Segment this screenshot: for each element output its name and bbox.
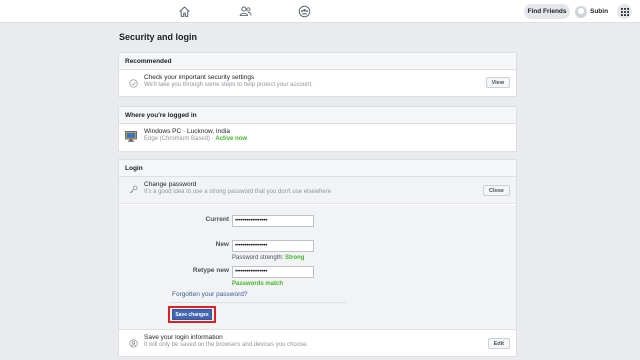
new-password-label: New: [215, 241, 229, 248]
top-navigation-bar: Find Friends Subin: [0, 0, 640, 23]
session-device: Windows PC · Lucknow, India: [144, 128, 230, 135]
forgot-password-link[interactable]: Forgotten your password?: [172, 291, 248, 298]
change-password-subtitle: It's a good idea to use a strong passwor…: [144, 189, 332, 195]
recommended-panel: Recommended Check your important securit…: [118, 52, 517, 97]
key-icon: [128, 184, 138, 194]
change-password-title: Change password: [144, 181, 197, 188]
logged-in-panel: Where you're logged in Windows PC · Luck…: [118, 106, 517, 152]
change-password-row[interactable]: Change password It's a good idea to use …: [119, 177, 516, 204]
form-divider: [170, 302, 346, 303]
save-changes-button[interactable]: Save changes: [172, 309, 212, 320]
save-login-title: Save your login information: [144, 334, 223, 341]
security-checkup-subtitle: We'll take you through some steps to hel…: [144, 82, 313, 88]
monitor-icon: [125, 131, 137, 142]
view-button[interactable]: View: [485, 77, 510, 88]
avatar: [575, 5, 587, 18]
security-checkup-title: Check your important security settings: [144, 74, 255, 81]
apps-grid-icon[interactable]: [617, 4, 632, 19]
password-strength: Password strength: Strong: [232, 255, 304, 261]
security-checkup-row[interactable]: Check your important security settings W…: [119, 70, 516, 96]
profile-name: Subin: [590, 8, 609, 15]
passwords-match-text: Passwords match: [232, 281, 284, 287]
retype-password-label: Retype new: [192, 267, 229, 274]
groups-icon[interactable]: [297, 4, 311, 18]
session-browser: Edge (Chromium Based): [144, 136, 211, 142]
session-status: Active now: [215, 136, 248, 142]
password-strength-value: Strong: [285, 255, 305, 261]
find-friends-button[interactable]: Find Friends: [524, 4, 570, 19]
close-button[interactable]: Close: [483, 185, 510, 196]
save-login-subtitle: It will only be saved on the browsers an…: [144, 342, 309, 348]
save-login-row[interactable]: Save your login information It will only…: [119, 330, 516, 356]
retype-password-input[interactable]: •••••••••••••••••: [232, 266, 314, 278]
current-password-label: Current: [205, 216, 229, 223]
home-icon[interactable]: [177, 4, 191, 18]
checkmark-circle-icon: [128, 78, 138, 88]
current-password-input[interactable]: •••••••••••••••••: [232, 215, 314, 227]
new-password-input[interactable]: •••••••••••••••••: [232, 240, 314, 252]
page-title: Security and login: [119, 32, 198, 42]
friends-icon[interactable]: [238, 4, 252, 18]
password-strength-label: Password strength:: [232, 255, 284, 261]
edit-button[interactable]: Edit: [487, 338, 510, 349]
profile-link[interactable]: Subin: [575, 4, 608, 19]
recommended-header: Recommended: [119, 53, 516, 70]
login-header: Login: [119, 160, 516, 177]
session-row[interactable]: Windows PC · Lucknow, India Edge (Chromi…: [119, 124, 516, 151]
logged-in-header: Where you're logged in: [119, 107, 516, 124]
save-button-highlight: Save changes: [168, 306, 216, 323]
person-circle-icon: [128, 338, 138, 348]
